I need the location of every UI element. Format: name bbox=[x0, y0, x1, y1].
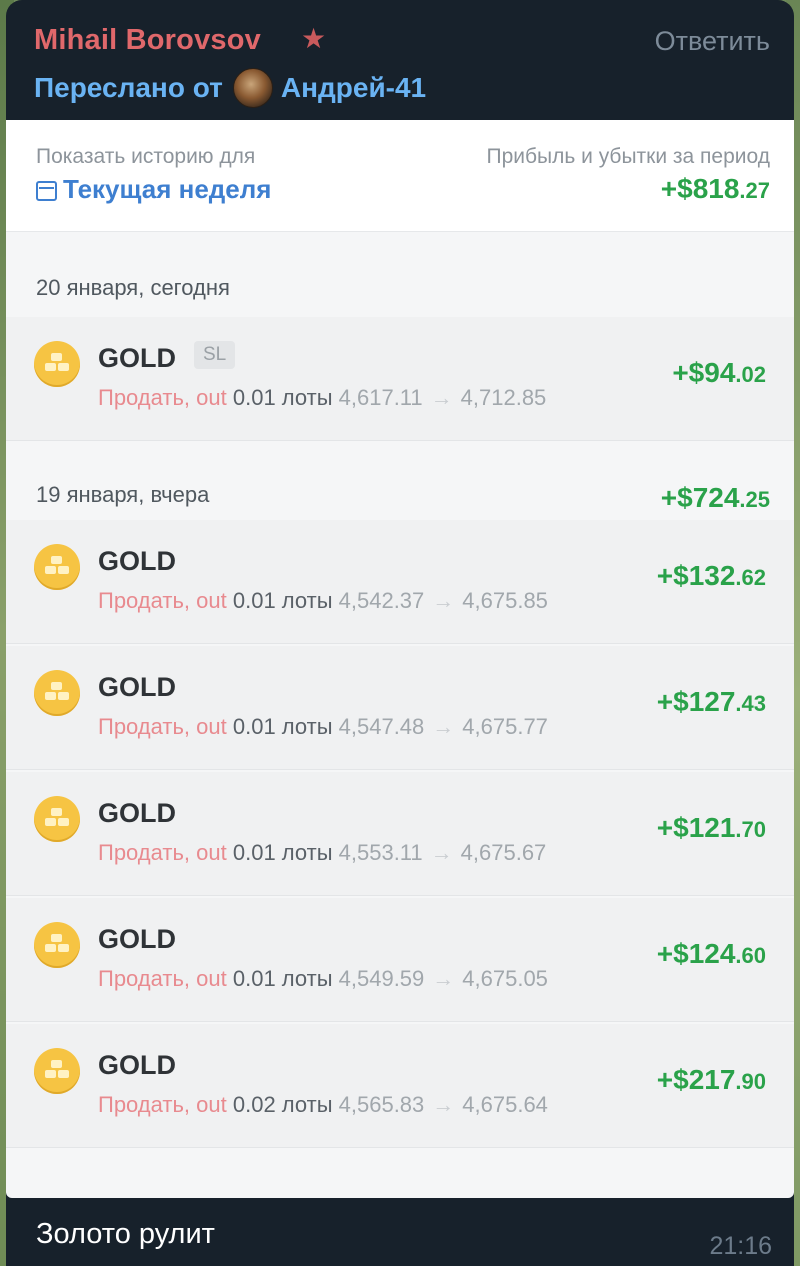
gold-coin-icon bbox=[34, 796, 80, 842]
stop-loss-badge: SL bbox=[194, 341, 236, 369]
period-selector[interactable]: Текущая неделя bbox=[36, 174, 271, 205]
trade-side: Продать, out bbox=[98, 840, 227, 865]
profit-cents: .70 bbox=[735, 817, 766, 842]
trade-detail: Продать, out 0.01 лоты 4,549.59 → 4,675.05 bbox=[98, 966, 548, 992]
arrow-right-icon: → bbox=[432, 588, 455, 613]
trade-symbol: GOLD bbox=[98, 924, 176, 954]
trade-profit: +$127.43 bbox=[657, 686, 766, 718]
star-icon: ★ bbox=[301, 23, 327, 54]
trade-symbol: GOLD bbox=[98, 1050, 176, 1080]
trade-row[interactable]: GOLD Продать, out 0.01 лоты 4,542.37 → 4,6… bbox=[6, 520, 794, 644]
trade-symbol: GOLD bbox=[98, 798, 176, 828]
gold-coin-icon bbox=[34, 670, 80, 716]
trade-detail: Продать, out 0.01 лоты 4,553.11 → 4,675.67 bbox=[98, 840, 546, 866]
trade-profit: +$132.62 bbox=[657, 560, 766, 592]
trade-row[interactable]: GOLD SL Продать, out 0.01 лоты 4,617.11 →… bbox=[6, 317, 794, 441]
profit-cents: .90 bbox=[735, 1069, 766, 1094]
day-label: 20 января, сегодня bbox=[36, 275, 230, 300]
sender-name[interactable]: Mihail Borovsov bbox=[34, 24, 261, 57]
trade-row[interactable]: GOLD Продать, out 0.01 лоты 4,547.48 → 4,6… bbox=[6, 646, 794, 770]
profit-main: +$94 bbox=[672, 357, 736, 388]
trade-side: Продать, out bbox=[98, 966, 227, 991]
arrow-right-icon: → bbox=[430, 385, 453, 410]
arrow-right-icon: → bbox=[432, 714, 455, 739]
trade-profit: +$121.70 bbox=[657, 812, 766, 844]
trade-symbol: GOLD bbox=[98, 343, 176, 373]
trade-profit: +$94.02 bbox=[672, 357, 766, 389]
open-price: 4,542.37 bbox=[338, 588, 425, 613]
period-label: Текущая неделя bbox=[63, 174, 272, 204]
day-total-main: +$724 bbox=[660, 482, 740, 513]
profit-cents: .02 bbox=[735, 362, 766, 387]
message-time: 21:16 bbox=[709, 1232, 772, 1260]
history-label: Показать историю для bbox=[36, 145, 256, 168]
profit-cents: .62 bbox=[735, 565, 766, 590]
arrow-right-icon: → bbox=[432, 1092, 455, 1117]
profit-main: +$127 bbox=[656, 686, 736, 717]
day-total: +$724.25 bbox=[661, 482, 770, 514]
forwarded-label: Переслано от bbox=[34, 72, 223, 103]
trade-lots: 0.01 лоты bbox=[232, 385, 333, 410]
profit-cents: .60 bbox=[735, 943, 766, 968]
trade-symbol: GOLD bbox=[98, 672, 176, 702]
close-price: 4,675.67 bbox=[460, 840, 547, 865]
profit-main: +$121 bbox=[656, 812, 736, 843]
trade-profit: +$217.90 bbox=[657, 1064, 766, 1096]
forwarded-from[interactable]: Переслано от Андрей-41 bbox=[34, 68, 426, 108]
open-price: 4,553.11 bbox=[338, 840, 423, 865]
close-price: 4,712.85 bbox=[460, 385, 547, 410]
day-total-cents: .25 bbox=[739, 487, 770, 512]
trade-lots: 0.01 лоты bbox=[232, 840, 333, 865]
trade-side: Продать, out bbox=[98, 385, 227, 410]
trade-lots: 0.02 лоты bbox=[232, 1092, 333, 1117]
close-price: 4,675.85 bbox=[462, 588, 548, 613]
trade-side: Продать, out bbox=[98, 588, 227, 613]
trade-detail: Продать, out 0.01 лоты 4,542.37 → 4,675.85 bbox=[98, 588, 548, 614]
calendar-icon bbox=[36, 180, 57, 201]
open-price: 4,617.11 bbox=[338, 385, 423, 410]
profit-main: +$124 bbox=[656, 938, 736, 969]
pnl-label: Прибыль и убытки за период bbox=[486, 145, 770, 168]
summary-panel: Показать историю для Текущая неделя Приб… bbox=[6, 120, 794, 232]
forwarded-avatar[interactable] bbox=[232, 68, 273, 108]
trade-side: Продать, out bbox=[98, 714, 227, 739]
day-label: 19 января, вчера bbox=[36, 482, 210, 507]
profit-main: +$132 bbox=[656, 560, 736, 591]
arrow-right-icon: → bbox=[432, 966, 455, 991]
trade-lots: 0.01 лоты bbox=[232, 966, 333, 991]
pnl-total-cents: .27 bbox=[739, 178, 770, 203]
gold-coin-icon bbox=[34, 341, 80, 387]
message-header: Mihail Borovsov ★ Ответить Переслано от … bbox=[6, 0, 794, 120]
profit-cents: .43 bbox=[735, 691, 766, 716]
arrow-right-icon: → bbox=[430, 840, 453, 865]
open-price: 4,549.59 bbox=[338, 966, 425, 991]
trade-side: Продать, out bbox=[98, 1092, 227, 1117]
trade-lots: 0.01 лоты bbox=[232, 588, 333, 613]
trade-profit: +$124.60 bbox=[657, 938, 766, 970]
close-price: 4,675.64 bbox=[462, 1092, 548, 1117]
trade-symbol: GOLD bbox=[98, 546, 176, 576]
message-caption: Золото рулит bbox=[36, 1218, 215, 1250]
pnl-total: +$818.27 bbox=[661, 173, 770, 205]
trade-row[interactable]: GOLD Продать, out 0.01 лоты 4,549.59 → 4,6… bbox=[6, 898, 794, 1022]
trade-detail: Продать, out 0.02 лоты 4,565.83 → 4,675.64 bbox=[98, 1092, 548, 1118]
trade-history-card: Показать историю для Текущая неделя Приб… bbox=[6, 120, 794, 1198]
gold-coin-icon bbox=[34, 922, 80, 968]
trade-row[interactable]: GOLD Продать, out 0.01 лоты 4,553.11 → 4,6… bbox=[6, 772, 794, 896]
message-bubble[interactable]: Mihail Borovsov ★ Ответить Переслано от … bbox=[6, 0, 794, 1266]
pnl-total-main: +$818 bbox=[660, 173, 740, 204]
reply-button[interactable]: Ответить bbox=[655, 26, 770, 57]
trade-row[interactable]: GOLD Продать, out 0.02 лоты 4,565.83 → 4,6… bbox=[6, 1024, 794, 1148]
trade-lots: 0.01 лоты bbox=[232, 714, 333, 739]
trade-detail: Продать, out 0.01 лоты 4,547.48 → 4,675.77 bbox=[98, 714, 548, 740]
gold-coin-icon bbox=[34, 1048, 80, 1094]
profit-main: +$217 bbox=[656, 1064, 736, 1095]
gold-coin-icon bbox=[34, 544, 80, 590]
close-price: 4,675.77 bbox=[462, 714, 548, 739]
forwarded-name[interactable]: Андрей-41 bbox=[281, 72, 426, 104]
close-price: 4,675.05 bbox=[462, 966, 548, 991]
trade-detail: Продать, out 0.01 лоты 4,617.11 → 4,712.85 bbox=[98, 385, 546, 411]
open-price: 4,565.83 bbox=[338, 1092, 425, 1117]
open-price: 4,547.48 bbox=[338, 714, 425, 739]
